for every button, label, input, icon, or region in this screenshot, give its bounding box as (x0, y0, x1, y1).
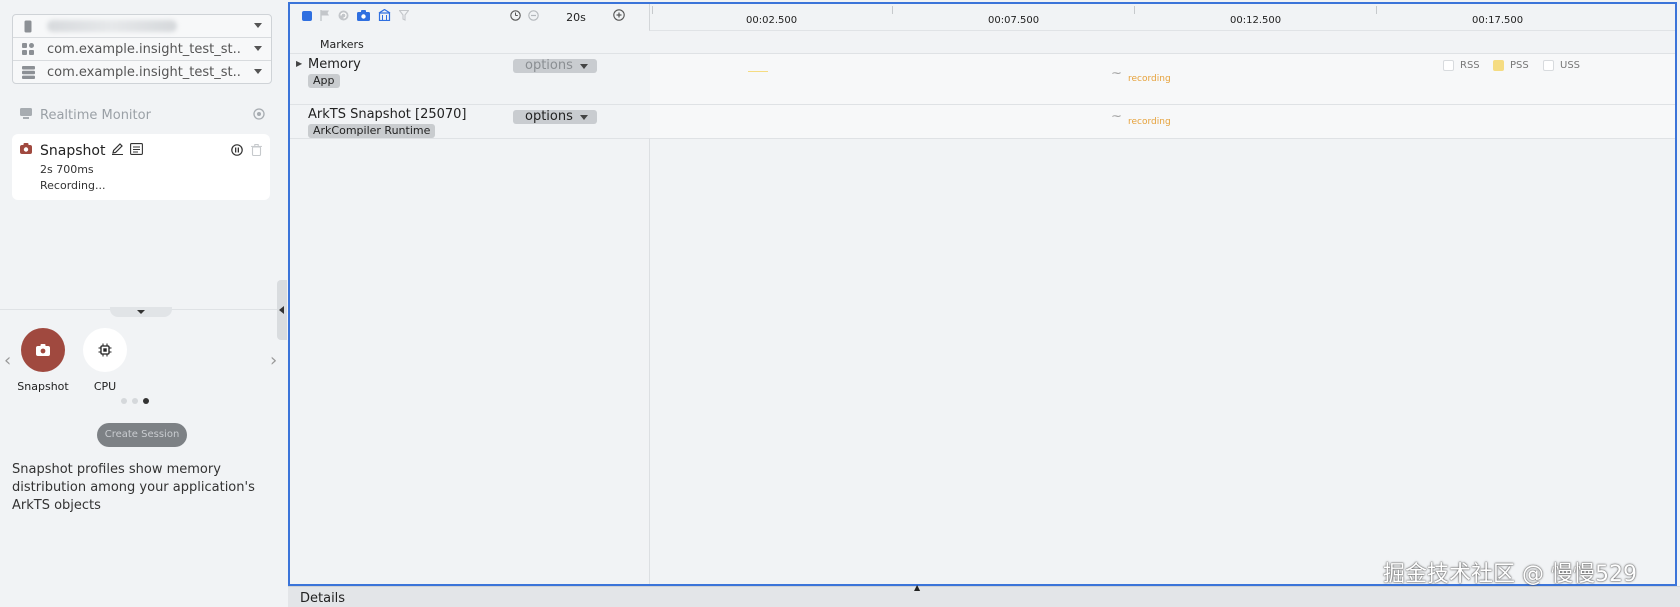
memory-track-name: Memory (308, 57, 361, 72)
details-list-icon[interactable] (130, 142, 144, 159)
carousel-next-icon[interactable]: › (270, 350, 277, 371)
template-cpu[interactable]: CPU (75, 328, 135, 393)
sidebar-collapse-handle[interactable] (277, 280, 287, 340)
legend-uss-label: USS (1560, 60, 1581, 71)
page-dot-active[interactable] (143, 398, 149, 404)
legend-rss-checkbox[interactable] (1443, 60, 1454, 71)
app-selector[interactable]: com.example.insight_test_st... (13, 38, 271, 61)
timeline-panel: 20s 00:02.500 00:07.500 00:12.500 00:17.… (288, 2, 1677, 586)
edit-icon[interactable] (111, 142, 124, 159)
expand-triangle-icon[interactable]: ▶ (296, 59, 302, 68)
app-selector-value: com.example.insight_test_st... (47, 41, 242, 57)
template-description: Snapshot profiles show memory distributi… (12, 462, 255, 513)
realtime-monitor-row[interactable]: Realtime Monitor (20, 106, 265, 124)
collapse-panel-toggle[interactable] (110, 307, 172, 317)
legend-pss[interactable]: PSS (1493, 60, 1529, 71)
column-divider (649, 138, 650, 584)
template-cpu-label: CPU (93, 380, 117, 393)
create-session-button[interactable]: Create Session (97, 423, 187, 447)
template-snapshot[interactable]: Snapshot (13, 328, 73, 393)
legend-rss[interactable]: RSS (1443, 60, 1480, 71)
device-selector[interactable] (13, 15, 271, 38)
session-duration: 2s 700ms (40, 163, 94, 176)
session-card[interactable]: Snapshot 2s 700ms Recording... (12, 134, 270, 200)
camera-icon (21, 328, 65, 372)
time-ruler[interactable]: 00:02.500 00:07.500 00:12.500 00:17.500 (649, 4, 1675, 31)
arkts-track-area[interactable]: ⁓ recording (650, 105, 1675, 138)
apps-icon (21, 42, 35, 56)
carousel-prev-icon[interactable]: ‹ (4, 350, 11, 371)
zoom-in-icon[interactable] (613, 9, 625, 25)
chevron-down-icon (254, 69, 262, 74)
arkts-recording-status: recording (1128, 117, 1171, 127)
resize-handle-icon[interactable]: ▲ (914, 583, 920, 592)
process-selector-value: com.example.insight_test_st... (47, 64, 242, 80)
zoom-controls: 20s (510, 9, 625, 25)
memory-options-label: options (525, 58, 573, 73)
phone-icon (21, 19, 35, 33)
details-label: Details (300, 591, 346, 606)
realtime-monitor-label: Realtime Monitor (40, 107, 151, 123)
snapshot-capture-icon[interactable] (357, 9, 370, 25)
record-toggle-icon[interactable] (253, 108, 265, 124)
chevron-down-icon (580, 64, 588, 69)
filter-icon[interactable] (398, 9, 410, 25)
sidebar: com.example.insight_test_st... com.examp… (0, 0, 287, 606)
zoom-out-icon[interactable] (528, 9, 539, 25)
target-selectors: com.example.insight_test_st... com.examp… (12, 14, 272, 84)
arkts-options-dropdown[interactable]: options (513, 110, 597, 124)
tick-label: 00:17.500 (1472, 15, 1524, 26)
heap-allocation-icon[interactable] (378, 8, 391, 25)
ruler-tick (652, 6, 653, 14)
arkts-track-tag: ArkCompiler Runtime (308, 124, 436, 138)
stop-icon[interactable] (302, 10, 312, 25)
ruler-tick (1134, 6, 1135, 14)
session-title: Snapshot (40, 142, 106, 159)
legend-rss-label: RSS (1460, 60, 1480, 71)
tick-label: 00:07.500 (988, 15, 1040, 26)
process-stack-icon (21, 65, 35, 79)
details-panel-header[interactable]: Details ▲ (288, 583, 1680, 607)
markers-label: Markers (320, 38, 364, 51)
loading-spinner-icon: ⁓ (1112, 112, 1121, 122)
tick-label: 00:02.500 (746, 15, 798, 26)
chevron-down-icon (254, 46, 262, 51)
device-name-blurred (47, 20, 177, 32)
page-dot[interactable] (132, 398, 138, 404)
row-divider (290, 138, 1675, 139)
chevron-down-icon (254, 23, 262, 28)
ruler-tick (1376, 6, 1377, 14)
monitor-icon (20, 107, 32, 123)
legend-pss-label: PSS (1510, 60, 1529, 71)
memory-recording-status: recording (1128, 74, 1171, 84)
legend-uss-checkbox[interactable] (1543, 60, 1554, 71)
pss-line (748, 71, 768, 72)
delete-icon[interactable] (251, 144, 262, 160)
pause-icon[interactable] (231, 144, 243, 160)
session-status: Recording... (40, 179, 106, 192)
legend-uss[interactable]: USS (1543, 60, 1580, 71)
timeline-toolbar: 20s (290, 4, 650, 30)
watermark: 掘金技术社区 @ 慢慢529 (1383, 562, 1637, 587)
camera-icon (20, 143, 32, 158)
chevron-down-icon (580, 115, 588, 120)
zoom-value: 20s (566, 10, 586, 24)
chip-icon (83, 328, 127, 372)
clock-icon[interactable] (510, 9, 521, 25)
ruler-tick (892, 6, 893, 14)
memory-options-dropdown[interactable]: options (513, 59, 597, 73)
flag-icon[interactable] (320, 9, 330, 25)
memory-track-tag: App (308, 74, 340, 88)
legend-pss-checkbox[interactable] (1493, 60, 1504, 71)
page-dot[interactable] (121, 398, 127, 404)
arkts-options-label: options (525, 109, 573, 124)
gc-icon[interactable] (338, 10, 349, 25)
process-selector[interactable]: com.example.insight_test_st... (13, 61, 271, 83)
arkts-track-name: ArkTS Snapshot [25070] (308, 107, 467, 122)
carousel-pagination (121, 398, 149, 404)
tick-label: 00:12.500 (1230, 15, 1282, 26)
loading-spinner-icon: ⁓ (1112, 69, 1121, 79)
template-snapshot-label: Snapshot (17, 380, 69, 393)
